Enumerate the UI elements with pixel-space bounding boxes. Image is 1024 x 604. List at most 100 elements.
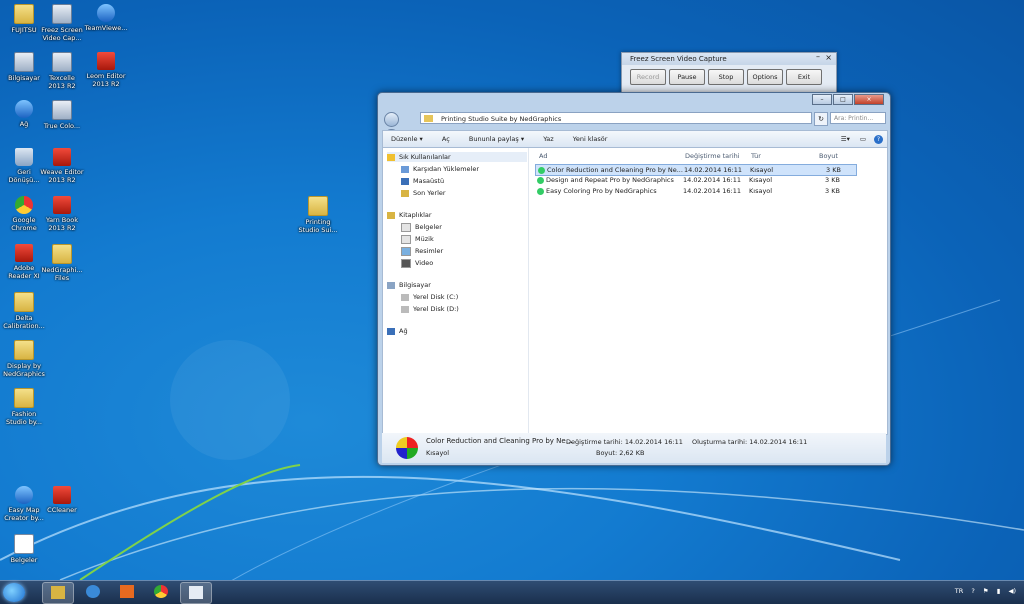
file-date: 14.02.2014 16:11 <box>683 187 742 195</box>
explorer-window[interactable]: – □ × Printing Studio Suite by NedGraphi… <box>377 92 891 466</box>
file-date: 14.02.2014 16:11 <box>684 166 743 174</box>
col-size[interactable]: Boyut <box>819 152 838 160</box>
file-type: Kısayol <box>749 187 773 195</box>
file-row[interactable]: Easy Coloring Pro by NedGraphics 14.02.20… <box>535 186 855 196</box>
media-player-icon <box>120 585 134 598</box>
nav-videos[interactable]: Video <box>401 258 433 268</box>
camera-icon <box>189 586 203 599</box>
red-icon <box>15 244 33 262</box>
nav-drive-d[interactable]: Yerel Disk (D:) <box>401 304 459 314</box>
maximize-button[interactable]: □ <box>833 94 853 105</box>
nav-computer[interactable]: Bilgisayar <box>387 280 431 290</box>
new-folder-button[interactable]: Yeni klasör <box>573 135 608 143</box>
address-bar[interactable]: Printing Studio Suite by NedGraphics <box>420 112 812 124</box>
blue-icon <box>15 100 33 118</box>
desktop-icon-5[interactable]: Leom Editor 2013 R2 <box>84 52 128 88</box>
desktop-icon-16[interactable]: Fashion Studio by... <box>2 388 46 426</box>
close-icon[interactable]: × <box>825 53 832 62</box>
search-input[interactable]: Ara: Printin... <box>830 112 886 124</box>
help-icon[interactable]: ? <box>874 134 883 144</box>
taskbar-freez[interactable] <box>180 582 212 604</box>
volume-icon[interactable]: ◀) <box>1008 587 1016 595</box>
preview-pane-icon[interactable]: ▭ <box>860 135 866 143</box>
nav-desktop[interactable]: Masaüstü <box>401 176 444 186</box>
desktop-icon-14[interactable]: Delta Calibration... <box>2 292 46 330</box>
stop-button[interactable]: Stop <box>708 69 744 85</box>
details-pane: Color Reduction and Cleaning Pro by Ne..… <box>382 433 886 463</box>
folder-icon <box>424 115 433 122</box>
doc-icon <box>14 534 34 554</box>
share-button[interactable]: Bununla paylaş ▾ <box>469 135 524 143</box>
folder-icon <box>14 292 34 312</box>
minimize-icon[interactable]: – <box>816 52 820 61</box>
file-row[interactable]: Design and Repeat Pro by NedGraphics 14.0… <box>535 175 855 185</box>
downloads-icon <box>401 165 409 173</box>
taskbar-media[interactable] <box>112 582 142 602</box>
folder-icon <box>52 244 72 264</box>
desktop-icon-13[interactable]: NedGraphi... Files <box>40 244 84 282</box>
red-icon <box>97 52 115 70</box>
minimize-button[interactable]: – <box>812 94 832 105</box>
burn-button[interactable]: Yaz <box>543 135 553 143</box>
desktop-icon-label: Printing Studio Sui... <box>298 218 338 234</box>
taskbar-ie[interactable] <box>78 582 108 602</box>
folder-icon <box>14 388 34 408</box>
desktop-icon-label: NedGraphi... Files <box>41 266 83 282</box>
flag-icon[interactable]: ⚑ <box>983 587 989 595</box>
file-size: 3 KB <box>825 176 840 184</box>
file-name: Color Reduction and Cleaning Pro by Ne..… <box>538 165 683 175</box>
app-icon <box>52 100 72 120</box>
file-size: 3 KB <box>826 166 841 174</box>
network-tray-icon[interactable]: ▮ <box>997 587 1001 595</box>
desktop-icon-11[interactable]: Yarn Book 2013 R2 <box>40 196 84 232</box>
nav-pictures[interactable]: Resimler <box>401 246 443 256</box>
exit-button[interactable]: Exit <box>786 69 822 85</box>
desktop-icon-20[interactable]: Printing Studio Sui... <box>296 196 340 234</box>
blue-icon <box>97 4 115 22</box>
desktop-icon-1[interactable]: Freez Screen Video Cap... <box>40 4 84 42</box>
nav-music[interactable]: Müzik <box>401 234 434 244</box>
nav-favorites[interactable]: Sık Kullanılanlar <box>387 152 527 162</box>
desktop-icon-19[interactable]: Belgeler <box>2 534 46 564</box>
start-button[interactable] <box>3 583 25 602</box>
taskbar-chrome[interactable] <box>146 582 176 602</box>
shortcut-icon <box>537 176 544 184</box>
nav-downloads[interactable]: Karşıdan Yüklemeler <box>401 164 479 174</box>
computer-icon <box>387 281 395 289</box>
nav-recent[interactable]: Son Yerler <box>401 188 446 198</box>
content-pane: Sık Kullanılanlar Karşıdan Yüklemeler Ma… <box>382 147 888 435</box>
back-icon[interactable] <box>384 112 399 127</box>
desktop-icon-15[interactable]: Display by NedGraphics <box>2 340 46 378</box>
nav-network[interactable]: Ağ <box>387 326 408 336</box>
open-button[interactable]: Aç <box>442 135 450 143</box>
language-indicator[interactable]: TR <box>955 587 964 595</box>
nav-drive-c[interactable]: Yerel Disk (C:) <box>401 292 458 302</box>
taskbar-explorer[interactable] <box>42 582 74 604</box>
col-name[interactable]: Ad <box>539 152 547 160</box>
desktop-icon-7[interactable]: True Colo... <box>40 100 84 130</box>
drive-icon <box>401 305 409 313</box>
videos-icon <box>401 258 411 268</box>
organize-button[interactable]: Düzenle ▾ <box>391 135 423 143</box>
col-type[interactable]: Tür <box>751 152 761 160</box>
nav-documents[interactable]: Belgeler <box>401 222 442 232</box>
desktop-icon-4[interactable]: Texcelle 2013 R2 <box>40 52 84 90</box>
view-icon[interactable]: ☰▾ <box>841 135 850 143</box>
pause-button[interactable]: Pause <box>669 69 705 85</box>
desktop-icon-label: Freez Screen Video Cap... <box>41 26 83 42</box>
refresh-icon[interactable]: ↻ <box>814 112 828 126</box>
options-button[interactable]: Options <box>747 69 783 85</box>
record-button[interactable]: Record <box>630 69 666 85</box>
nav-libraries[interactable]: Kitaplıklar <box>387 210 432 220</box>
ie-icon <box>86 585 100 598</box>
freez-capture-window[interactable]: Freez Screen Video Capture – × Record Pau… <box>621 52 837 94</box>
close-button[interactable]: × <box>854 94 884 105</box>
folder-icon <box>51 586 65 599</box>
desktop-icon-2[interactable]: TeamViewe... <box>84 4 128 32</box>
help-icon[interactable]: ? <box>971 587 974 595</box>
desktop-icon-18[interactable]: CCleaner <box>40 486 84 514</box>
desktop-icon-9[interactable]: Weave Editor 2013 R2 <box>40 148 84 184</box>
command-bar: Düzenle ▾ Aç Bununla paylaş ▾ Yaz Yeni k… <box>382 130 888 148</box>
recent-places-icon <box>401 189 409 197</box>
col-date[interactable]: Değiştirme tarihi <box>685 152 740 160</box>
